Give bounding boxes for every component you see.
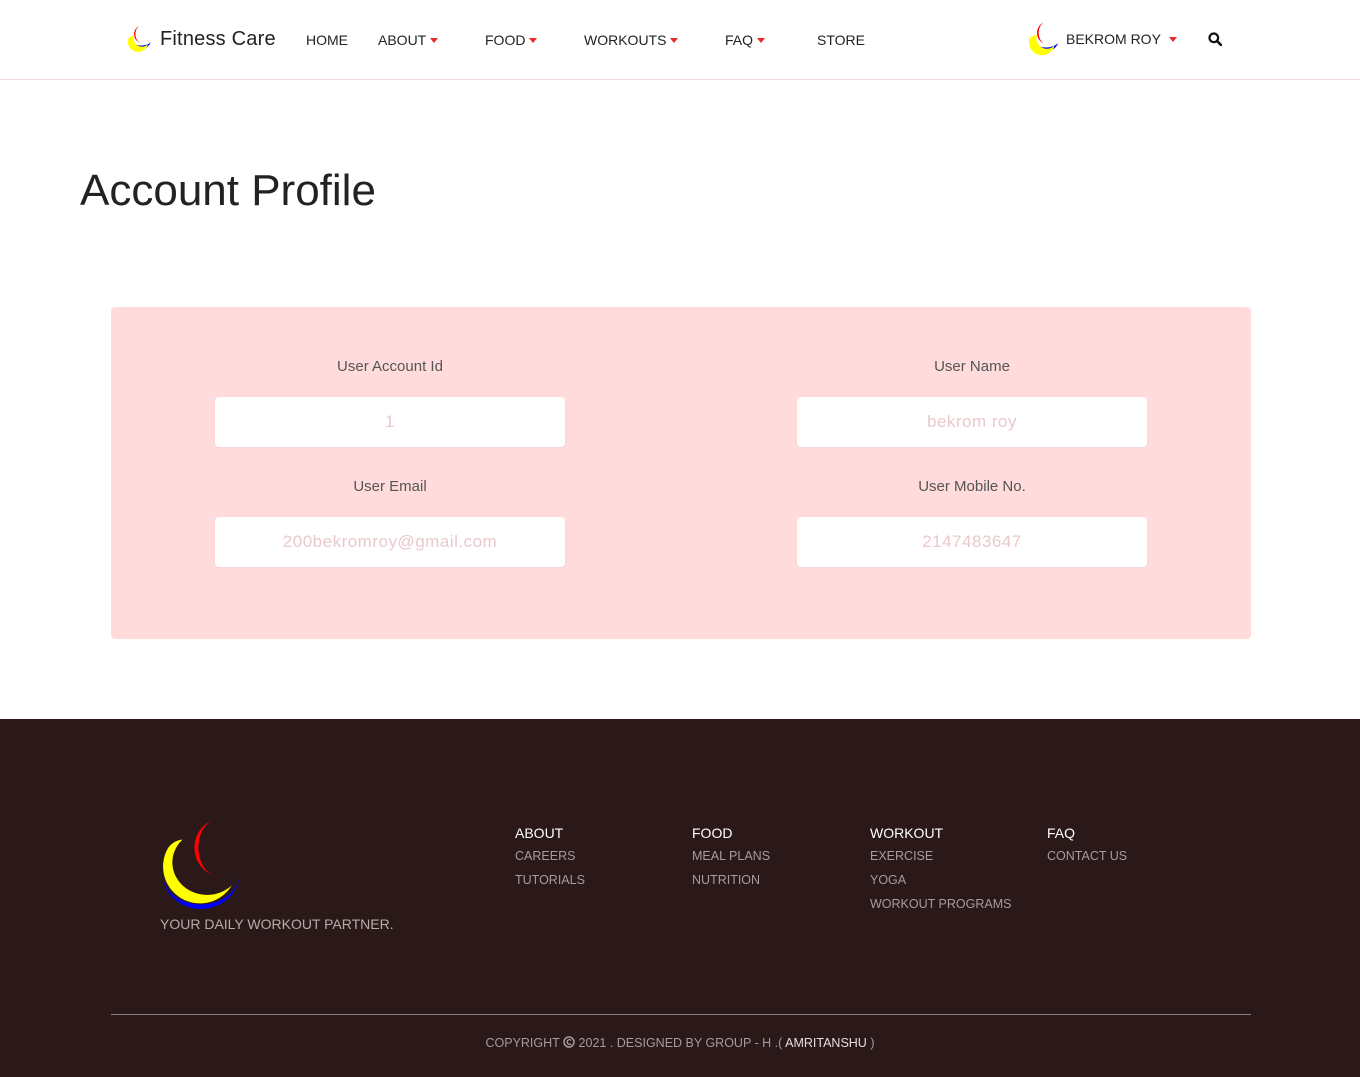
footer-link-nutrition[interactable]: NUTRITION — [692, 873, 770, 889]
footer-heading-workout[interactable]: WORKOUT — [870, 825, 1011, 841]
copyright-symbol-icon — [563, 1036, 575, 1048]
footer-link-tutorials[interactable]: TUTORIALS — [515, 873, 585, 889]
footer-heading-food[interactable]: FOOD — [692, 825, 770, 841]
mobile-label: User Mobile No. — [918, 478, 1026, 495]
copyright-middle: 2021 . DESIGNED BY GROUP - H .( — [578, 1036, 783, 1050]
page-title: Account Profile — [80, 166, 376, 215]
fitness-care-logo-icon — [127, 25, 151, 52]
footer-heading-faq[interactable]: FAQ — [1047, 825, 1127, 841]
footer-col-faq: FAQ CONTACT US — [1047, 825, 1127, 873]
nav-about-label: ABOUT — [378, 32, 427, 48]
user-name-input[interactable]: bekrom roy — [797, 397, 1147, 447]
footer-tagline: YOUR DAILY WORKOUT PARTNER. — [160, 916, 394, 932]
footer-link-careers[interactable]: CAREERS — [515, 849, 585, 865]
footer-link-yoga[interactable]: YOGA — [870, 873, 1011, 889]
avatar-logo-icon — [1028, 22, 1059, 56]
copyright-suffix: ) — [870, 1036, 875, 1050]
caret-down-icon — [529, 37, 538, 43]
nav-faq-label: FAQ — [725, 32, 754, 48]
mobile-input[interactable]: 2147483647 — [797, 517, 1147, 567]
nav-workouts[interactable]: WORKOUTS — [584, 32, 679, 48]
account-id-field: User Account Id 1 — [215, 357, 565, 447]
copyright: COPYRIGHT 2021 . DESIGNED BY GROUP - H .… — [0, 1036, 1360, 1050]
footer-col-about: ABOUT CAREERS TUTORIALS — [515, 825, 585, 897]
copyright-prefix: COPYRIGHT — [485, 1036, 560, 1050]
nav-food-label: FOOD — [485, 32, 526, 48]
nav-faq[interactable]: FAQ — [725, 32, 766, 48]
brand[interactable]: Fitness Care — [122, 24, 276, 54]
nav-workouts-label: WORKOUTS — [584, 32, 667, 48]
caret-down-icon — [757, 37, 766, 43]
footer-heading-about[interactable]: ABOUT — [515, 825, 585, 841]
footer-link-workout-programs[interactable]: WORKOUT PROGRAMS — [870, 897, 1011, 913]
email-label: User Email — [353, 478, 427, 495]
email-field: User Email 200bekromroy@gmail.com — [215, 477, 565, 567]
caret-down-icon — [1168, 36, 1177, 42]
footer-logo-icon — [162, 821, 240, 909]
caret-down-icon — [670, 37, 679, 43]
nav-food[interactable]: FOOD — [485, 32, 538, 48]
user-name-label: User Name — [934, 358, 1010, 375]
caret-down-icon — [430, 37, 439, 43]
mobile-field: User Mobile No. 2147483647 — [797, 477, 1147, 567]
copyright-author[interactable]: AMRITANSHU — [785, 1036, 867, 1050]
email-input[interactable]: 200bekromroy@gmail.com — [215, 517, 565, 567]
search-button[interactable] — [1208, 32, 1223, 51]
footer-divider — [111, 1014, 1251, 1015]
nav-store[interactable]: STORE — [817, 32, 865, 48]
account-id-label: User Account Id — [337, 358, 443, 375]
footer-link-contact-us[interactable]: CONTACT US — [1047, 849, 1127, 865]
user-name: BEKROM ROY — [1066, 31, 1161, 47]
footer: YOUR DAILY WORKOUT PARTNER. ABOUT CAREER… — [0, 719, 1360, 1077]
search-icon — [1208, 32, 1223, 47]
user-name-field: User Name bekrom roy — [797, 357, 1147, 447]
brand-name: Fitness Care — [160, 27, 276, 50]
nav-home-label: HOME — [306, 32, 348, 48]
footer-link-meal-plans[interactable]: MEAL PLANS — [692, 849, 770, 865]
nav-about[interactable]: ABOUT — [378, 32, 439, 48]
top-navbar: Fitness Care HOME ABOUT FOOD WORKOUTS FA… — [0, 0, 1360, 80]
account-id-input[interactable]: 1 — [215, 397, 565, 447]
footer-col-workout: WORKOUT EXERCISE YOGA WORKOUT PROGRAMS — [870, 825, 1011, 921]
user-menu[interactable]: BEKROM ROY — [1024, 20, 1177, 58]
nav-home[interactable]: HOME — [306, 32, 348, 48]
footer-link-exercise[interactable]: EXERCISE — [870, 849, 1011, 865]
profile-card: User Account Id 1 User Name bekrom roy U… — [111, 307, 1251, 639]
nav-store-label: STORE — [817, 32, 865, 48]
footer-col-food: FOOD MEAL PLANS NUTRITION — [692, 825, 770, 897]
